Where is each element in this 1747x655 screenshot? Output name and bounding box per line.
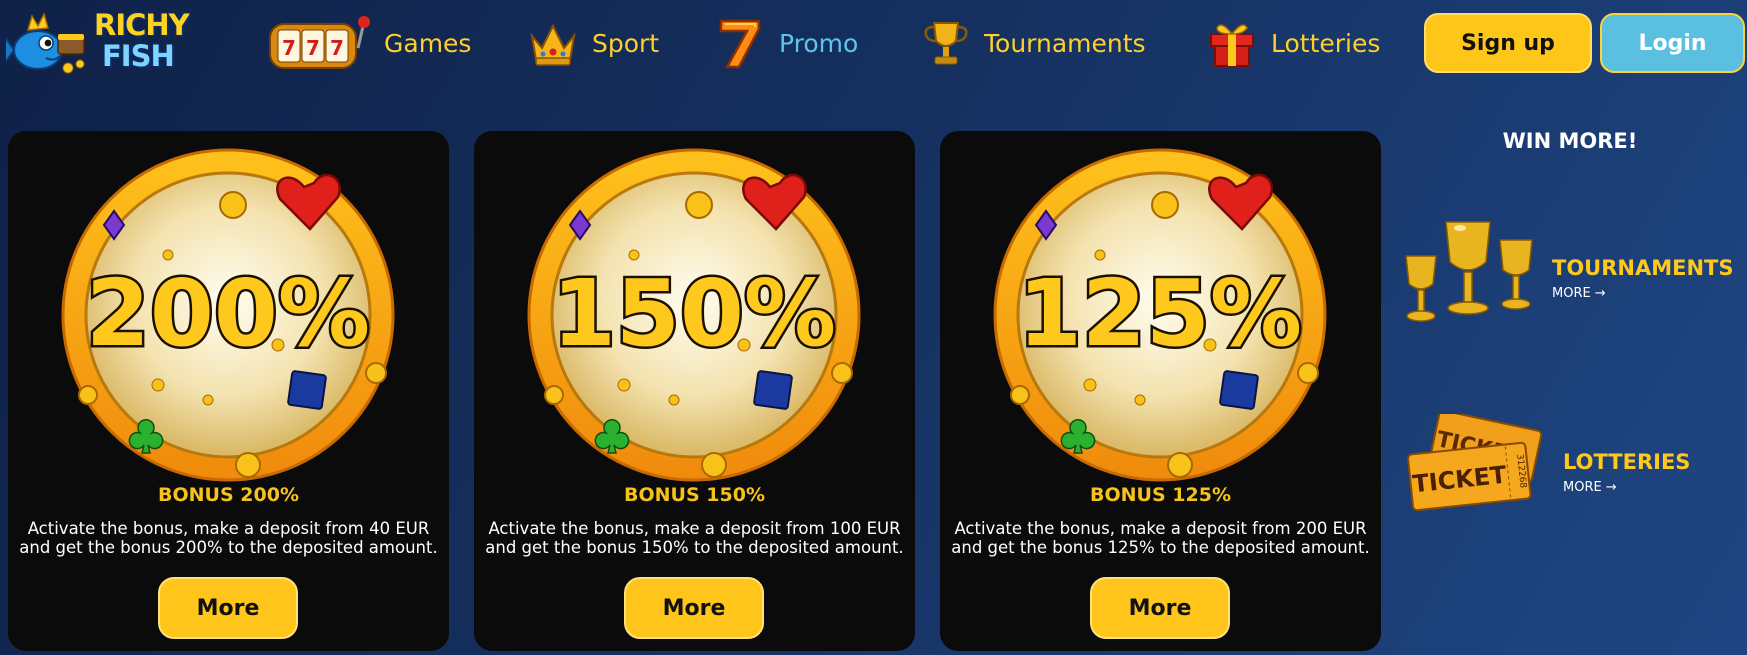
sidebar-lotteries[interactable]: LOTTERIES MORE → [1563,450,1690,495]
gift-icon [1210,24,1254,67]
promo-description: Activate the bonus, make a deposit from … [940,519,1381,557]
logo-line-1: RICHY [94,8,190,42]
promo-more-button[interactable]: More [624,577,764,639]
sidebar-lotteries-title: LOTTERIES [1563,450,1691,474]
promo-card-3: 125% BONUS 125% Activate the bonus, make… [940,131,1381,651]
trophies-icon [1405,221,1533,322]
sidebar-lotteries-more-link[interactable]: MORE → [1563,480,1690,495]
promo-description: Activate the bonus, make a deposit from … [8,519,449,557]
arrow-right-icon: → [1605,480,1617,495]
nav-sport[interactable]: Sport [528,14,659,72]
richy-fish-logo[interactable]: RICHY FISH [3,6,196,80]
win-more-heading: WIN MORE! [1502,129,1638,153]
lottery-tickets-icon: TICKET TICKET 312268 [1407,414,1543,512]
more-link-label: MORE [1563,480,1602,495]
promo-description-line-1: Activate the bonus, make a deposit from … [488,519,901,538]
promo-description-line-1: Activate the bonus, make a deposit from … [27,519,430,538]
promo-description-line-2: and get the bonus 150% to the deposited … [485,538,904,557]
promo-card-2: 150% BONUS 150% Activate the bonus, make… [474,131,915,651]
promo-title: BONUS 125% [1090,484,1231,506]
nav-games[interactable]: 7 7 7 Games [268,14,471,72]
diamond-gem-icon [753,370,793,410]
logo-wordmark: RICHY FISH [94,10,204,72]
nav-tournaments-label: Tournaments [984,28,1146,58]
diamond-gem-icon [287,370,327,410]
nav-promo[interactable]: Promo [715,14,858,72]
bonus-badge-image: 150% [527,148,861,482]
sidebar-tournaments-more-link[interactable]: MORE → [1552,286,1734,301]
promo-title: BONUS 150% [624,484,765,506]
arrow-right-icon: → [1594,286,1606,301]
diamond-gem-icon [1219,370,1259,410]
bonus-badge-image: 125% [993,148,1327,482]
nav-sport-label: Sport [592,28,660,58]
logo-line-2: FISH [102,39,175,73]
promo-description-line-1: Activate the bonus, make a deposit from … [954,519,1367,538]
promo-card-1: 200% BONUS 200% Activate the bonus, make… [8,131,449,651]
svg-text:7: 7 [306,36,320,60]
promo-description: Activate the bonus, make a deposit from … [474,519,915,557]
sidebar-tournaments-title: TOURNAMENTS [1552,256,1734,280]
trophy-icon [924,22,968,65]
promo-title: BONUS 200% [158,484,299,506]
bonus-badge-image: 200% [61,148,395,482]
nav-promo-label: Promo [779,28,859,58]
sidebar-tournaments[interactable]: TOURNAMENTS MORE → [1552,256,1734,301]
slot-machine-icon: 7 7 7 [269,16,370,69]
login-button[interactable]: Login [1600,13,1745,73]
more-link-label: MORE [1552,286,1591,301]
fish-mascot-icon [3,11,85,74]
promo-more-button[interactable]: More [1090,577,1230,639]
nav-tournaments[interactable]: Tournaments [922,14,1146,72]
badge-percent-text: 125% [1018,260,1302,367]
nav-lotteries-label: Lotteries [1271,28,1381,58]
nav-lotteries[interactable]: Lotteries [1207,14,1380,72]
svg-text:7: 7 [282,36,296,60]
svg-text:7: 7 [330,36,344,60]
promo-description-line-2: and get the bonus 200% to the deposited … [19,538,438,557]
promo-more-button[interactable]: More [158,577,298,639]
seven-icon [719,19,761,69]
nav-games-label: Games [384,28,472,58]
badge-percent-text: 150% [552,260,836,367]
top-nav-bar: RICHY FISH 7 7 7 Games Sport Promo Tourn… [0,0,1747,86]
crown-icon [530,23,576,66]
promo-description-line-2: and get the bonus 125% to the deposited … [951,538,1370,557]
signup-button[interactable]: Sign up [1424,13,1592,73]
badge-percent-text: 200% [86,260,370,367]
